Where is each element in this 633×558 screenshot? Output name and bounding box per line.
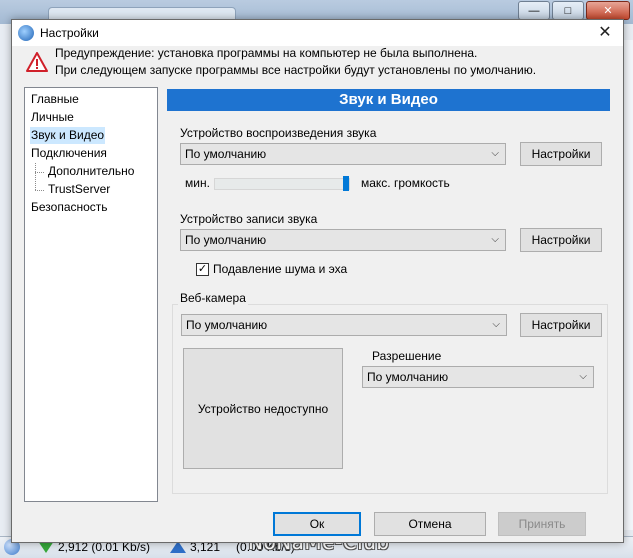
webcam-select[interactable]: По умолчанию ⌵ — [181, 314, 507, 336]
record-device-label: Устройство записи звука — [180, 212, 318, 226]
nav-item-security[interactable]: Безопасность — [30, 199, 109, 216]
webcam-preview: Устройство недоступно — [183, 348, 343, 469]
warning-icon — [26, 52, 48, 72]
resolution-label: Разрешение — [372, 349, 442, 363]
playback-device-label: Устройство воспроизведения звука — [180, 126, 377, 140]
settings-dialog: Настройки ✕ Предупреждение: установка пр… — [11, 19, 624, 543]
record-settings-button[interactable]: Настройки — [520, 228, 602, 252]
app-icon — [18, 25, 34, 41]
volume-slider-track[interactable] — [214, 178, 350, 190]
resolution-value: По умолчанию — [367, 370, 449, 384]
dialog-title: Настройки — [40, 26, 99, 40]
ok-button[interactable]: Ок — [273, 512, 361, 536]
playback-device-value: По умолчанию — [185, 147, 267, 161]
tree-connector — [35, 163, 36, 190]
warning-line-2: При следующем запуске программы все наст… — [55, 63, 537, 77]
chevron-down-icon: ⌵ — [579, 371, 587, 382]
record-device-value: По умолчанию — [185, 233, 267, 247]
nav-item-main[interactable]: Главные — [30, 91, 80, 108]
chevron-down-icon: ⌵ — [491, 148, 499, 159]
resolution-select[interactable]: По умолчанию ⌵ — [362, 366, 594, 388]
minimize-button[interactable]: — — [518, 1, 550, 20]
nav-item-personal[interactable]: Личные — [30, 109, 75, 126]
volume-max-label: макс. громкость — [361, 176, 450, 190]
dialog-button-bar: Ок Отмена Принять — [12, 508, 623, 543]
webcam-value: По умолчанию — [186, 318, 268, 332]
volume-min-label: мин. — [185, 176, 210, 190]
nav-item-trustserver[interactable]: TrustServer — [47, 181, 111, 198]
record-device-select[interactable]: По умолчанию ⌵ — [180, 229, 506, 251]
tree-connector — [35, 190, 44, 191]
settings-nav-tree: Главные Личные Звук и Видео Подключения … — [24, 87, 158, 502]
playback-device-select[interactable]: По умолчанию ⌵ — [180, 143, 506, 165]
nav-item-connections[interactable]: Подключения — [30, 145, 108, 162]
chevron-down-icon: ⌵ — [491, 234, 499, 245]
dialog-close-icon[interactable]: ✕ — [595, 23, 615, 43]
nav-item-sound-video[interactable]: Звук и Видео — [30, 127, 106, 144]
webcam-label: Веб-камера — [178, 291, 248, 305]
playback-settings-button[interactable]: Настройки — [520, 142, 602, 166]
section-title: Звук и Видео — [167, 89, 610, 111]
window-close-button[interactable]: ✕ — [586, 1, 630, 20]
cancel-button[interactable]: Отмена — [374, 512, 486, 536]
dialog-titlebar[interactable]: Настройки ✕ — [12, 20, 623, 46]
nav-item-advanced[interactable]: Дополнительно — [47, 163, 135, 180]
volume-slider-thumb[interactable] — [343, 176, 350, 191]
noise-suppression-label[interactable]: Подавление шума и эха — [213, 262, 347, 276]
tree-connector — [35, 172, 44, 173]
warning-line-1: Предупреждение: установка программы на к… — [55, 46, 478, 60]
chevron-down-icon: ⌵ — [492, 319, 500, 330]
apply-button[interactable]: Принять — [498, 512, 586, 536]
sound-video-panel: Звук и Видео Устройство воспроизведения … — [167, 87, 612, 502]
webcam-settings-button[interactable]: Настройки — [520, 313, 602, 337]
maximize-button[interactable]: □ — [552, 1, 584, 20]
noise-suppression-checkbox[interactable]: ✓ — [196, 263, 209, 276]
warning-banner: Предупреждение: установка программы на к… — [12, 46, 623, 82]
webcam-preview-text: Устройство недоступно — [197, 401, 329, 416]
